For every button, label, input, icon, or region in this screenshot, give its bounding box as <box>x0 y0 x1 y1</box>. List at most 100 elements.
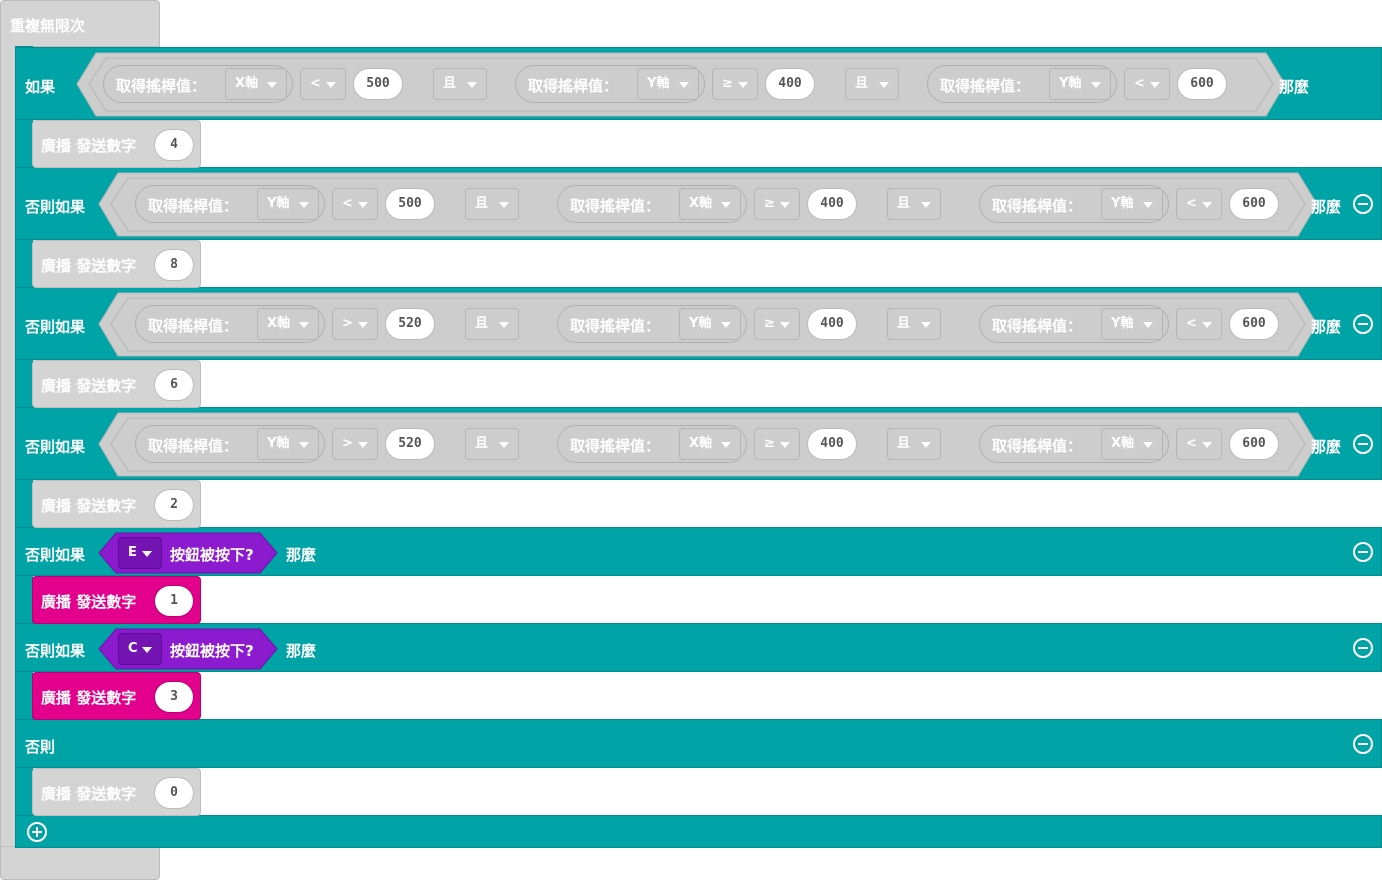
broadcast-block[interactable]: 廣播 發送數字 2 <box>32 480 201 528</box>
compare-value[interactable]: 520 <box>385 428 435 460</box>
add-branch-icon[interactable] <box>27 822 47 842</box>
broadcast-value[interactable]: 3 <box>154 681 194 713</box>
broadcast-block[interactable]: 廣播 發送數字 1 <box>32 576 201 624</box>
compare-value[interactable]: 600 <box>1229 428 1279 460</box>
compare-value[interactable]: 400 <box>807 428 857 460</box>
else-if-row[interactable]: 否則如果 C 按鈕被按下? 那麼 <box>15 623 1382 672</box>
broadcast-block[interactable]: 廣播 發送數字 4 <box>32 120 201 168</box>
chevron-down-icon <box>921 322 931 328</box>
operator-dropdown[interactable]: < <box>1124 68 1170 100</box>
logic-join-dropdown[interactable]: 且 <box>887 308 941 340</box>
operator-dropdown[interactable]: < <box>1176 308 1222 340</box>
operator-value: < <box>1134 76 1145 91</box>
broadcast-block[interactable]: 廣播 發送數字 8 <box>32 240 201 288</box>
axis-dropdown[interactable]: X軸 <box>225 68 287 100</box>
axis-dropdown[interactable]: X軸 <box>1101 428 1163 460</box>
compare-value[interactable]: 400 <box>807 188 857 220</box>
compare-value[interactable]: 400 <box>807 308 857 340</box>
logic-join-dropdown[interactable]: 且 <box>433 68 487 100</box>
broadcast-value[interactable]: 1 <box>154 585 194 617</box>
operator-dropdown[interactable]: ≥ <box>754 308 800 340</box>
axis-dropdown[interactable]: Y軸 <box>1101 188 1163 220</box>
broadcast-value[interactable]: 6 <box>154 369 194 401</box>
remove-branch-icon[interactable] <box>1353 194 1373 214</box>
operator-dropdown[interactable]: ≥ <box>754 428 800 460</box>
button-pressed-label: 按鈕被按下? <box>170 642 254 660</box>
broadcast-label: 廣播 發送數字 <box>41 377 137 395</box>
joystick-getter-label: 取得搖桿值： <box>570 197 661 215</box>
axis-dropdown[interactable]: Y軸 <box>679 308 741 340</box>
joystick-getter-label: 取得搖桿值： <box>940 77 1031 95</box>
axis-dropdown[interactable]: X軸 <box>257 308 319 340</box>
axis-dropdown[interactable]: Y軸 <box>1049 68 1111 100</box>
else-if-row[interactable]: 否則如果 E 按鈕被按下? 那麼 <box>15 527 1382 576</box>
remove-branch-icon[interactable] <box>1353 638 1373 658</box>
compare-value[interactable]: 600 <box>1229 188 1279 220</box>
compare-value[interactable]: 500 <box>353 68 403 100</box>
axis-dropdown[interactable]: X軸 <box>679 428 741 460</box>
broadcast-value[interactable]: 4 <box>154 129 194 161</box>
chevron-down-icon <box>358 322 368 328</box>
operator-dropdown[interactable]: < <box>1176 188 1222 220</box>
chevron-down-icon <box>142 551 152 557</box>
chevron-down-icon <box>1143 322 1153 328</box>
logic-join-dropdown[interactable]: 且 <box>465 428 519 460</box>
chevron-down-icon <box>326 82 336 88</box>
axis-dropdown[interactable]: Y軸 <box>1101 308 1163 340</box>
broadcast-value[interactable]: 0 <box>154 777 194 809</box>
joystick-getter-label: 取得搖桿值： <box>570 437 661 455</box>
operator-dropdown[interactable]: < <box>332 188 378 220</box>
chevron-down-icon <box>780 442 790 448</box>
broadcast-block[interactable]: 廣播 發送數字 6 <box>32 360 201 408</box>
broadcast-value[interactable]: 8 <box>154 249 194 281</box>
axis-dropdown[interactable]: X軸 <box>679 188 741 220</box>
joystick-getter-label: 取得搖桿值： <box>528 77 619 95</box>
logic-join-dropdown[interactable]: 且 <box>887 188 941 220</box>
operator-value: < <box>1186 436 1197 451</box>
button-key-dropdown[interactable]: C <box>118 633 162 665</box>
button-key-dropdown[interactable]: E <box>118 537 162 569</box>
branch-label: 如果 <box>25 78 56 96</box>
operator-value: < <box>342 196 353 211</box>
broadcast-label: 廣播 發送數字 <box>41 137 137 155</box>
broadcast-block[interactable]: 廣播 發送數字 0 <box>32 768 201 816</box>
compare-value[interactable]: 600 <box>1177 68 1227 100</box>
chevron-down-icon <box>921 442 931 448</box>
logic-join-dropdown[interactable]: 且 <box>465 308 519 340</box>
compare-value[interactable]: 600 <box>1229 308 1279 340</box>
forever-block[interactable]: 重複無限次 <box>0 0 160 47</box>
logic-join-value: 且 <box>897 316 911 331</box>
remove-branch-icon[interactable] <box>1353 314 1373 334</box>
remove-branch-icon[interactable] <box>1353 542 1373 562</box>
operator-dropdown[interactable]: < <box>1176 428 1222 460</box>
forever-label: 重複無限次 <box>10 17 86 35</box>
broadcast-label: 廣播 發送數字 <box>41 593 137 611</box>
joystick-getter-label: 取得搖桿值： <box>116 77 207 95</box>
remove-branch-icon[interactable] <box>1353 734 1373 754</box>
axis-dropdown[interactable]: Y軸 <box>257 188 319 220</box>
broadcast-block[interactable]: 廣播 發送數字 3 <box>32 672 201 720</box>
logic-join-value: 且 <box>855 76 869 91</box>
operator-dropdown[interactable]: > <box>332 428 378 460</box>
operator-dropdown[interactable]: ≥ <box>712 68 758 100</box>
logic-join-dropdown[interactable]: 且 <box>845 68 899 100</box>
compare-value[interactable]: 500 <box>385 188 435 220</box>
chevron-down-icon <box>467 82 477 88</box>
logic-join-dropdown[interactable]: 且 <box>887 428 941 460</box>
else-row[interactable]: 否則 <box>15 719 1382 768</box>
operator-dropdown[interactable]: < <box>300 68 346 100</box>
operator-value: < <box>1186 196 1197 211</box>
operator-dropdown[interactable]: ≥ <box>754 188 800 220</box>
axis-dropdown[interactable]: Y軸 <box>637 68 699 100</box>
compare-value[interactable]: 520 <box>385 308 435 340</box>
axis-dropdown[interactable]: Y軸 <box>257 428 319 460</box>
broadcast-value[interactable]: 2 <box>154 489 194 521</box>
axis-value: Y軸 <box>689 316 712 331</box>
operator-dropdown[interactable]: > <box>332 308 378 340</box>
chevron-down-icon <box>721 202 731 208</box>
compare-value[interactable]: 400 <box>765 68 815 100</box>
logic-join-dropdown[interactable]: 且 <box>465 188 519 220</box>
remove-branch-icon[interactable] <box>1353 434 1373 454</box>
chevron-down-icon <box>721 322 731 328</box>
joystick-getter-label: 取得搖桿值： <box>992 437 1083 455</box>
